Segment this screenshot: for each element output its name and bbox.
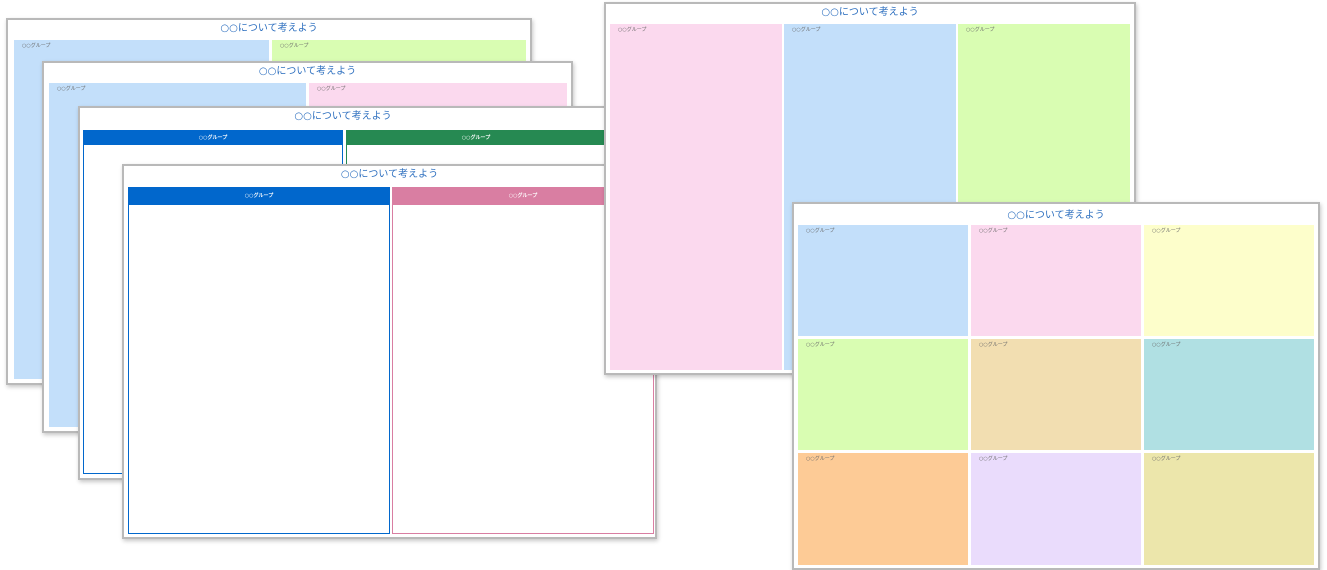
group-panel-yellow: ○○グループ (1144, 225, 1314, 336)
group-panel-khaki: ○○グループ (1144, 453, 1314, 565)
group-label: ○○グループ (806, 228, 835, 234)
group-header: ○○グループ (84, 131, 342, 145)
group-label: ○○グループ (806, 456, 835, 462)
group-label: ○○グループ (57, 86, 86, 92)
board-title: ○○について考えよう (340, 169, 439, 180)
board-title: ○○について考えよう (258, 66, 357, 77)
board-title: ○○について考えよう (220, 23, 318, 34)
group-column-blue: ○○グループ (128, 187, 390, 534)
group-panel-tan: ○○グループ (971, 339, 1141, 450)
group-label: ○○グループ (979, 456, 1008, 462)
group-label: ○○グループ (280, 43, 309, 49)
group-panel-lavender: ○○グループ (971, 453, 1141, 565)
group-panel-green: ○○グループ (798, 339, 968, 450)
group-label: ○○グループ (979, 342, 1008, 348)
group-panel-pink: ○○グループ (610, 24, 782, 370)
group-label: ○○グループ (966, 27, 995, 33)
group-panel-teal: ○○グループ (1144, 339, 1314, 450)
group-label: ○○グループ (1152, 342, 1181, 348)
group-label: ○○グループ (792, 27, 821, 33)
group-label: ○○グループ (618, 27, 647, 33)
group-label: ○○グループ (22, 43, 51, 49)
group-header: ○○グループ (129, 188, 389, 205)
group-panel-blue: ○○グループ (798, 225, 968, 336)
group-panel-pink: ○○グループ (971, 225, 1141, 336)
board-sheet-6: ○○について考えよう ○○グループ ○○グループ ○○グループ ○○グループ ○… (792, 202, 1320, 570)
group-label: ○○グループ (317, 86, 346, 92)
group-label: ○○グループ (806, 342, 835, 348)
group-label: ○○グループ (1152, 228, 1181, 234)
group-label: ○○グループ (1152, 456, 1181, 462)
board-sheet-4: ○○について考えよう ○○グループ ○○グループ (122, 164, 657, 539)
group-panel-orange: ○○グループ (798, 453, 968, 565)
group-label: ○○グループ (979, 228, 1008, 234)
board-title: ○○について考えよう (821, 7, 919, 18)
board-title: ○○について考えよう (294, 111, 392, 122)
board-title: ○○について考えよう (1007, 210, 1105, 221)
group-header: ○○グループ (347, 131, 605, 145)
